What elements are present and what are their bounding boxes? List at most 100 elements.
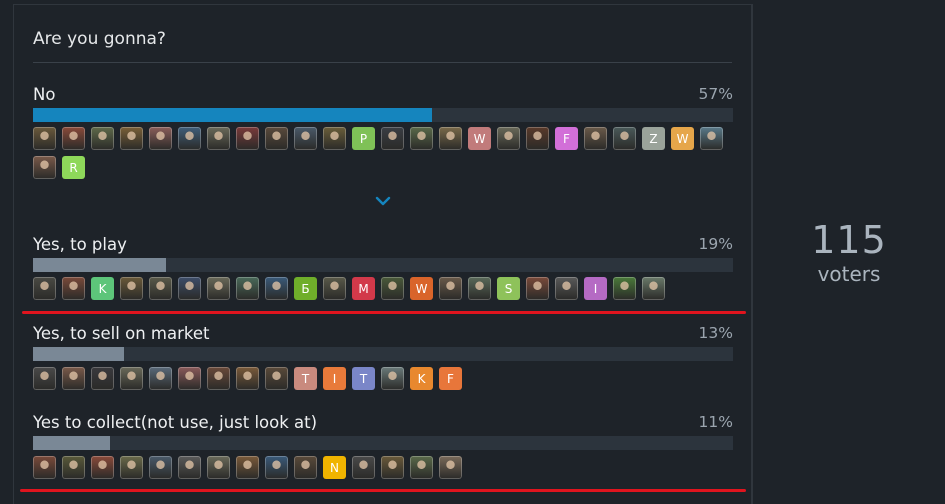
voter-avatar[interactable] (323, 277, 346, 300)
voter-avatar-letter[interactable]: K (91, 277, 114, 300)
voter-avatar[interactable] (33, 456, 56, 479)
voter-avatar-letter[interactable]: T (294, 367, 317, 390)
voter-avatar[interactable] (381, 277, 404, 300)
voter-avatar[interactable] (381, 127, 404, 150)
voter-avatar[interactable] (207, 277, 230, 300)
voter-avatar-letter[interactable]: I (584, 277, 607, 300)
voter-avatar[interactable] (700, 127, 723, 150)
poll-card: Are you gonna? No 57% PWFZWR Yes, to pla… (13, 4, 886, 504)
voter-avatar[interactable] (236, 127, 259, 150)
voter-avatar[interactable] (265, 367, 288, 390)
voter-avatar[interactable] (62, 456, 85, 479)
voter-avatar[interactable] (439, 127, 462, 150)
voter-avatar-letter[interactable]: W (468, 127, 491, 150)
voter-avatar[interactable] (236, 367, 259, 390)
option-bar-fill (33, 436, 110, 450)
voter-avatar[interactable] (352, 456, 375, 479)
voter-avatar-letter[interactable]: W (671, 127, 694, 150)
voter-avatar-letter[interactable]: N (323, 456, 346, 479)
voter-avatar[interactable] (33, 127, 56, 150)
option-bar-fill (33, 108, 432, 122)
voter-avatar[interactable] (265, 277, 288, 300)
voter-avatars: N (33, 456, 738, 479)
voter-avatar[interactable] (439, 456, 462, 479)
voter-avatar[interactable] (120, 127, 143, 150)
option-label: Yes to collect(not use, just look at) (33, 413, 318, 432)
voter-avatar[interactable] (33, 277, 56, 300)
chevron-down-icon[interactable] (374, 193, 392, 209)
voter-avatar-letter[interactable]: F (555, 127, 578, 150)
option-bar (33, 258, 733, 272)
voter-avatar[interactable] (178, 367, 201, 390)
voter-avatar-letter[interactable]: W (410, 277, 433, 300)
voter-avatar[interactable] (381, 456, 404, 479)
voter-avatars: PWFZWR (33, 127, 738, 179)
annotation-underline (20, 489, 746, 492)
voter-avatar-letter[interactable]: I (323, 367, 346, 390)
divider (33, 62, 732, 63)
voter-avatar[interactable] (381, 367, 404, 390)
voter-avatar[interactable] (468, 277, 491, 300)
voter-avatar[interactable] (62, 127, 85, 150)
option-label: Yes, to sell on market (33, 324, 210, 343)
option-percent: 13% (698, 324, 733, 342)
voter-avatar[interactable] (178, 456, 201, 479)
voter-avatar[interactable] (149, 127, 172, 150)
voter-avatars: KБMWSI (33, 277, 738, 300)
option-percent: 57% (698, 85, 733, 103)
voter-avatar[interactable] (62, 367, 85, 390)
voter-avatar[interactable] (33, 156, 56, 179)
poll-question: Are you gonna? (33, 29, 166, 49)
voter-avatar-letter[interactable]: F (439, 367, 462, 390)
voter-avatar-letter[interactable]: M (352, 277, 375, 300)
voter-avatar-letter[interactable]: R (62, 156, 85, 179)
voter-avatar[interactable] (207, 456, 230, 479)
voter-avatar[interactable] (265, 456, 288, 479)
option-percent: 11% (698, 413, 733, 431)
voter-avatar[interactable] (526, 277, 549, 300)
voter-avatar[interactable] (178, 127, 201, 150)
voter-avatar[interactable] (265, 127, 288, 150)
voter-avatar[interactable] (439, 277, 462, 300)
voter-avatar[interactable] (323, 127, 346, 150)
voter-avatar[interactable] (584, 127, 607, 150)
voter-avatar-letter[interactable]: Z (642, 127, 665, 150)
option-label: No (33, 85, 56, 104)
voter-avatar[interactable] (149, 277, 172, 300)
voter-avatar-letter[interactable]: S (497, 277, 520, 300)
voter-avatar[interactable] (120, 367, 143, 390)
voter-avatar[interactable] (33, 367, 56, 390)
voter-avatar[interactable] (497, 127, 520, 150)
voter-avatar[interactable] (62, 277, 85, 300)
voter-avatar[interactable] (120, 456, 143, 479)
option-bar-fill (33, 347, 124, 361)
voter-avatar-letter[interactable]: P (352, 127, 375, 150)
voter-avatar-letter[interactable]: Б (294, 277, 317, 300)
voter-avatar[interactable] (613, 277, 636, 300)
voter-avatar[interactable] (178, 277, 201, 300)
voter-avatar[interactable] (410, 127, 433, 150)
voter-avatar[interactable] (120, 277, 143, 300)
voter-count: 115 (811, 218, 887, 262)
voter-avatar[interactable] (91, 367, 114, 390)
voter-avatar[interactable] (207, 127, 230, 150)
voter-avatar[interactable] (613, 127, 636, 150)
voter-avatar-letter[interactable]: K (410, 367, 433, 390)
option-bar-fill (33, 258, 166, 272)
voter-avatar[interactable] (149, 456, 172, 479)
voter-avatar[interactable] (236, 456, 259, 479)
voter-avatar[interactable] (555, 277, 578, 300)
voter-avatar[interactable] (149, 367, 172, 390)
voter-avatar[interactable] (91, 456, 114, 479)
voter-avatar[interactable] (642, 277, 665, 300)
voter-avatar[interactable] (91, 127, 114, 150)
voter-avatar[interactable] (207, 367, 230, 390)
voter-avatar[interactable] (294, 127, 317, 150)
voter-avatar[interactable] (526, 127, 549, 150)
voter-avatar[interactable] (236, 277, 259, 300)
voter-avatar[interactable] (294, 456, 317, 479)
voter-avatar-letter[interactable]: T (352, 367, 375, 390)
voter-summary: 115 voters (751, 5, 945, 504)
option-label: Yes, to play (33, 235, 127, 254)
voter-avatar[interactable] (410, 456, 433, 479)
